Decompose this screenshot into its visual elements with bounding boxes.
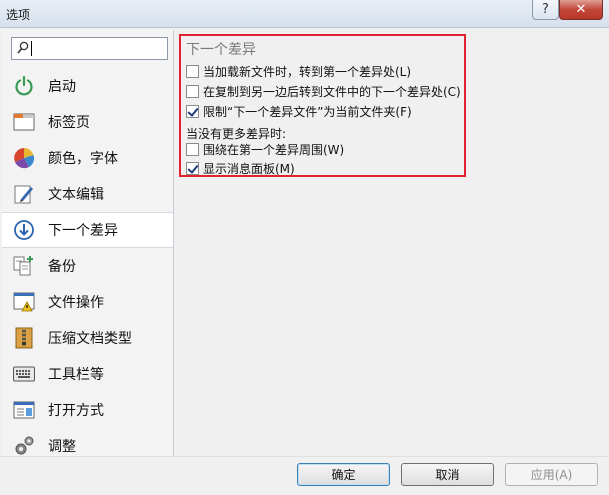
checkbox[interactable] <box>186 105 199 118</box>
option-label: 在复制到另一边后转到文件中的下一个差异处(C) <box>203 85 461 99</box>
option-label: 限制“下一个差异文件”为当前文件夹(F) <box>203 105 412 119</box>
sidebar-item-text-editing[interactable]: 文本编辑 <box>2 176 173 212</box>
palette-icon <box>12 146 36 170</box>
settings-panel: 下一个差异 当加载新文件时，转到第一个差异处(L) 在复制到另一边后转到文件中的… <box>175 30 609 456</box>
option-goto-first-diff-on-load[interactable]: 当加载新文件时，转到第一个差异处(L) <box>186 63 411 80</box>
sidebar-item-label: 下一个差异 <box>48 223 118 239</box>
checkbox[interactable] <box>186 143 199 156</box>
sidebar-item-tabs[interactable]: 标签页 <box>2 104 173 140</box>
gears-icon <box>12 434 36 456</box>
checkbox[interactable] <box>186 162 199 175</box>
sidebar-item-label: 启动 <box>48 79 76 95</box>
sidebar-item-archive-types[interactable]: 压缩文档类型 <box>2 320 173 356</box>
apply-button[interactable]: 应用(A) <box>505 463 598 486</box>
option-limit-to-current-folder[interactable]: 限制“下一个差异文件”为当前文件夹(F) <box>186 103 412 120</box>
nav-list: 启动 标签页 颜色，字体 文本编辑 下一个差异 备份 文件操作 压缩文档类型 工… <box>2 68 173 456</box>
ok-button[interactable]: 确定 <box>297 463 390 486</box>
file-warning-icon <box>12 290 36 314</box>
sidebar-item-label: 备份 <box>48 259 76 275</box>
backup-copy-icon <box>12 254 36 278</box>
keyboard-icon <box>12 362 36 386</box>
sidebar-item-startup[interactable]: 启动 <box>2 68 173 104</box>
sidebar-item-file-operations[interactable]: 文件操作 <box>2 284 173 320</box>
power-icon <box>12 74 36 98</box>
help-button[interactable]: ? <box>532 0 559 20</box>
window-title: 选项 <box>6 8 31 22</box>
option-show-message-panel[interactable]: 显示消息面板(M) <box>186 160 295 177</box>
group-title: 下一个差异 <box>186 42 256 58</box>
sidebar-item-label: 打开方式 <box>48 403 104 419</box>
option-goto-next-diff-after-copy[interactable]: 在复制到另一边后转到文件中的下一个差异处(C) <box>186 83 461 100</box>
arrow-down-circle-icon <box>12 218 36 242</box>
archive-zipper-icon <box>12 326 36 350</box>
no-more-diffs-heading: 当没有更多差异时: <box>186 127 287 141</box>
open-with-icon <box>12 398 36 422</box>
option-label: 围绕在第一个差异周围(W) <box>203 143 345 157</box>
sidebar-item-label: 压缩文档类型 <box>48 331 132 347</box>
option-label: 当加载新文件时，转到第一个差异处(L) <box>203 65 412 79</box>
title-bar: 选项 ? ✕ <box>0 0 609 28</box>
sidebar-item-label: 文本编辑 <box>48 187 104 203</box>
sidebar-item-tweaks[interactable]: 调整 <box>2 428 173 456</box>
sidebar-item-colors-fonts[interactable]: 颜色，字体 <box>2 140 173 176</box>
sidebar-item-label: 调整 <box>48 439 76 455</box>
option-label: 显示消息面板(M) <box>203 162 295 176</box>
sidebar-item-toolbars[interactable]: 工具栏等 <box>2 356 173 392</box>
sidebar-item-next-difference[interactable]: 下一个差异 <box>2 212 173 248</box>
next-difference-group: 下一个差异 当加载新文件时，转到第一个差异处(L) 在复制到另一边后转到文件中的… <box>179 34 466 177</box>
text-caret <box>31 41 32 56</box>
option-wrap-around[interactable]: 围绕在第一个差异周围(W) <box>186 141 344 158</box>
sidebar: 启动 标签页 颜色，字体 文本编辑 下一个差异 备份 文件操作 压缩文档类型 工… <box>2 30 174 456</box>
sidebar-item-label: 工具栏等 <box>48 367 104 383</box>
sidebar-item-open-with[interactable]: 打开方式 <box>2 392 173 428</box>
checkbox[interactable] <box>186 65 199 78</box>
checkbox[interactable] <box>186 85 199 98</box>
sidebar-item-label: 文件操作 <box>48 295 104 311</box>
cancel-button[interactable]: 取消 <box>401 463 494 486</box>
close-button[interactable]: ✕ <box>559 0 603 20</box>
pencil-edit-icon <box>12 182 36 206</box>
sidebar-item-label: 颜色，字体 <box>48 151 118 167</box>
dialog-button-bar: 确定 取消 应用(A) <box>0 456 609 495</box>
sidebar-item-label: 标签页 <box>48 115 90 131</box>
search-input[interactable] <box>11 37 168 60</box>
sidebar-item-backup[interactable]: 备份 <box>2 248 173 284</box>
search-icon <box>17 41 29 54</box>
tab-window-icon <box>12 110 36 134</box>
